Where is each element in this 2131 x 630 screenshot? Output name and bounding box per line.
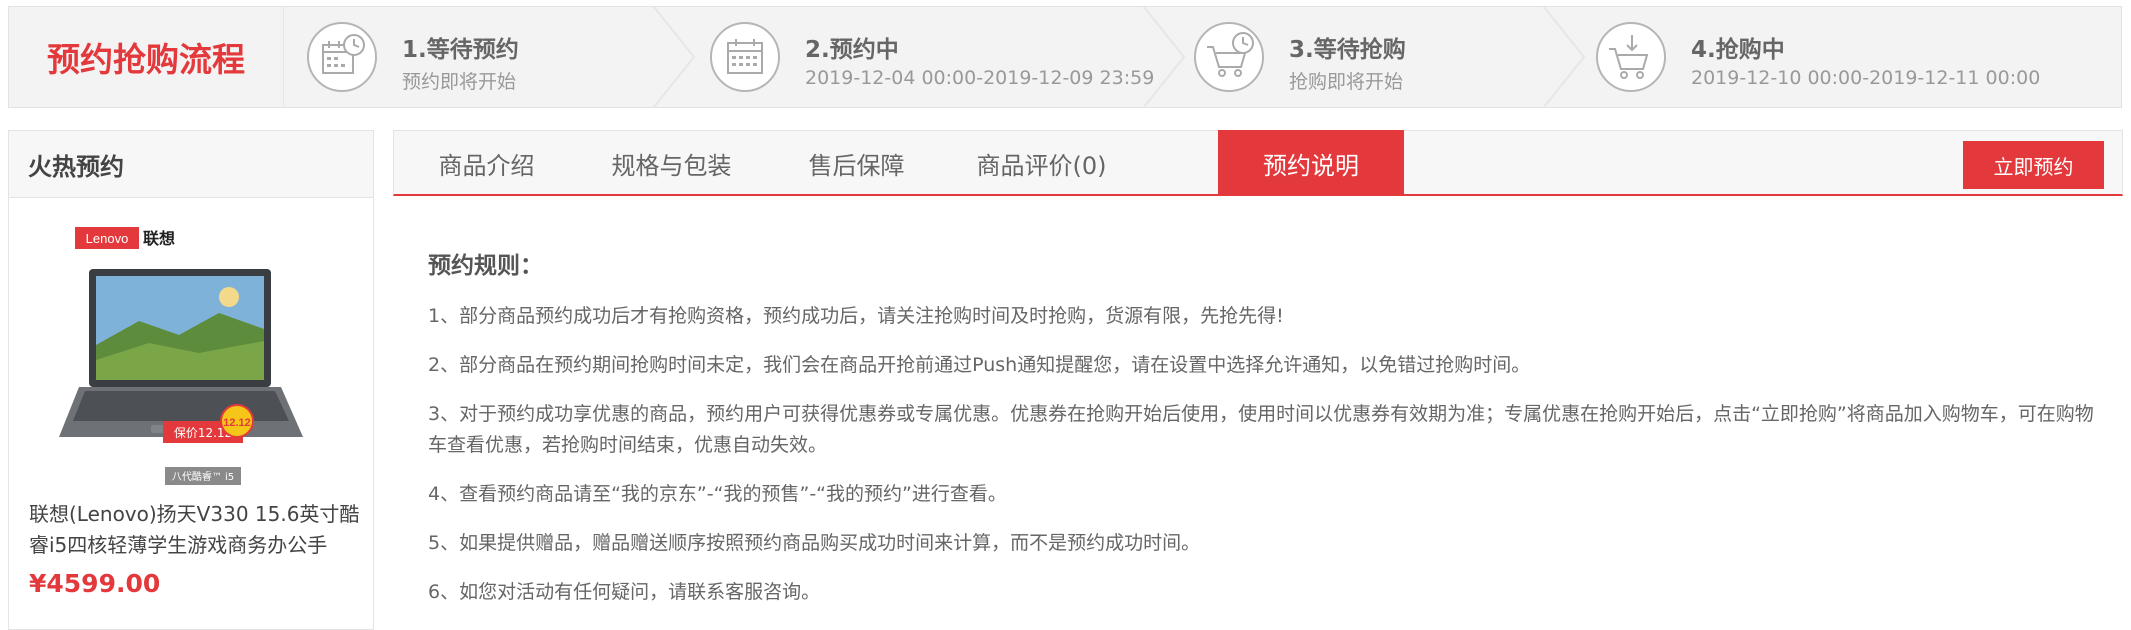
step-4-title: 4.抢购中	[1691, 37, 1785, 63]
product-detail-tabs: 商品介绍 规格与包装 售后保障 商品评价(0) 预约说明 立即预约	[393, 130, 2123, 196]
step-divider-arrow	[1543, 7, 1586, 107]
step-4-subtitle: 2019-12-10 00:00-2019-12-11 00:00	[1691, 67, 2041, 89]
rules-title: 预约规则：	[428, 253, 543, 279]
calendar-icon	[710, 22, 780, 92]
rule-item: 2、部分商品在预约期间抢购时间未定，我们会在商品开抢前通过Push通知提醒您，请…	[428, 354, 1531, 376]
rule-item: 4、查看预约商品请至“我的京东”-“我的预售”-“我的预约”进行查看。	[428, 483, 1007, 505]
product-price: ¥4599.00	[29, 569, 161, 598]
product-image[interactable]: Lenovo 联想 保价12.12 12.12 八代酷睿™ i5	[59, 225, 339, 487]
product-name[interactable]: 联想(Lenovo)扬天V330 15.6英寸酷睿i5四核轻薄学生游戏商务办公手	[29, 499, 369, 561]
step-2-title: 2.预约中	[805, 37, 899, 63]
step-waiting-purchase: 3.等待抢购 抢购即将开始	[1193, 7, 1553, 107]
rule-item: 3、对于预约成功享优惠的商品，预约用户可获得优惠券或专属优惠。优惠券在抢购开始后…	[428, 403, 2094, 456]
tab-product-intro[interactable]: 商品介绍	[394, 131, 579, 195]
tab-spec-packaging[interactable]: 规格与包装	[579, 131, 764, 195]
reservation-rules: 预约规则： 1、部分商品预约成功后才有抢购资格，预约成功后，请关注抢购时间及时抢…	[428, 246, 2098, 626]
rule-item: 1、部分商品预约成功后才有抢购资格，预约成功后，请关注抢购时间及时抢购，货源有限…	[428, 305, 1284, 327]
logo-brand-en: Lenovo	[86, 231, 129, 246]
step-1-subtitle: 预约即将开始	[402, 71, 517, 93]
step-3-title: 3.等待抢购	[1289, 37, 1406, 63]
hot-reservation-sidebar: 火热预约 Lenovo 联想 保价12.12 12.12 八代酷睿™ i5 联想…	[8, 130, 374, 630]
step-3-subtitle: 抢购即将开始	[1289, 71, 1404, 93]
tab-reviews[interactable]: 商品评价(0)	[949, 131, 1134, 195]
step-waiting-reservation: 1.等待预约 预约即将开始	[306, 7, 666, 107]
cart-download-icon	[1596, 22, 1666, 92]
step-purchase-ongoing: 4.抢购中 2019-12-10 00:00-2019-12-11 00:00	[1595, 7, 2055, 107]
promo-badge: 12.12	[223, 417, 251, 429]
tab-reservation-notes[interactable]: 预约说明	[1218, 130, 1404, 196]
step-divider-arrow	[1143, 7, 1186, 107]
step-divider-arrow	[653, 7, 696, 107]
step-reservation-ongoing: 2.预约中 2019-12-04 00:00-2019-12-09 23:59	[709, 7, 1169, 107]
step-2-subtitle: 2019-12-04 00:00-2019-12-09 23:59	[805, 67, 1155, 89]
tab-after-sales[interactable]: 售后保障	[764, 131, 949, 195]
rule-item: 6、如您对活动有任何疑问，请联系客服咨询。	[428, 581, 821, 603]
step-1-title: 1.等待预约	[402, 37, 519, 63]
process-title: 预约抢购流程	[9, 7, 284, 107]
calendar-clock-icon	[307, 22, 377, 92]
reservation-process-bar: 预约抢购流程 1.等待预约 预约即将开始 2.预约中 2019-12-04 00…	[8, 6, 2122, 108]
rule-item: 5、如果提供赠品，赠品赠送顺序按照预约商品购买成功时间来计算，而不是预约成功时间…	[428, 532, 1201, 554]
cpu-tag: 八代酷睿™ i5	[172, 470, 234, 483]
sidebar-title: 火热预约	[9, 131, 373, 198]
logo-brand-cn: 联想	[143, 229, 175, 248]
cart-clock-icon	[1194, 22, 1264, 92]
reserve-now-button[interactable]: 立即预约	[1963, 141, 2104, 189]
